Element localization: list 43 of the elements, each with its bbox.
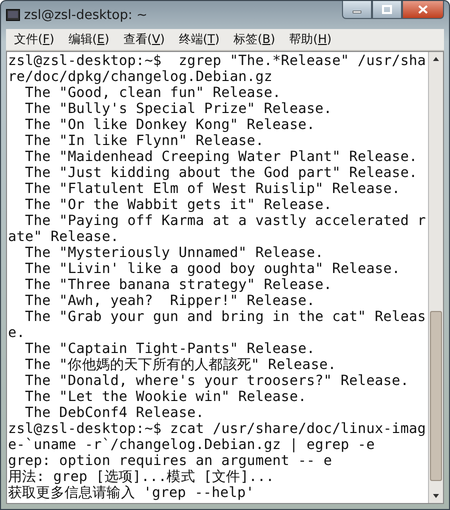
terminal-line: e. bbox=[8, 325, 26, 341]
terminal-line: The "Paying off Karma at a vastly accelerated r bbox=[24, 213, 427, 229]
terminal-line: The "Awh, yeah? Ripper!" Release. bbox=[24, 293, 316, 309]
terminal-line: The "Let the Wookie win" Release. bbox=[24, 389, 308, 405]
terminal-line: The "Mysteriously Unnamed" Release. bbox=[24, 245, 325, 261]
minimize-button[interactable] bbox=[342, 1, 372, 19]
terminal-line: The "Flatulent Elm of West Ruislip" Release. bbox=[24, 181, 402, 197]
maximize-icon bbox=[382, 5, 392, 14]
terminal-line: The "In like Flynn" Release. bbox=[24, 133, 265, 149]
scrollbar[interactable] bbox=[428, 52, 443, 503]
window-title: zsl@zsl-desktop: ~ bbox=[24, 8, 148, 22]
menu-item[interactable]: 终端(T) bbox=[178, 31, 220, 48]
terminal-line: The "Grab your gun and bring in the cat" Releas bbox=[24, 309, 427, 325]
terminal-line: The "Captain Tight-Pants" Release. bbox=[24, 341, 316, 357]
scroll-thumb[interactable] bbox=[430, 311, 442, 481]
terminal-line: The "Three banana strategy" Release. bbox=[24, 277, 334, 293]
terminal-line: The DebConf4 Release. bbox=[24, 405, 206, 421]
terminal-line: The "Just kidding about the God part" Release. bbox=[24, 165, 418, 181]
terminal-line: The "Or the Wabbit gets it" Release. bbox=[24, 197, 334, 213]
terminal-line: grep: option requires an argument -- e bbox=[8, 453, 334, 469]
close-button[interactable] bbox=[402, 1, 444, 19]
menu-item[interactable]: 编辑(E) bbox=[68, 31, 110, 48]
terminal-line: The "Livin' like a good boy oughta" Release. bbox=[24, 261, 402, 277]
maximize-button[interactable] bbox=[372, 1, 402, 19]
terminal-line: The "Bully's Special Prize" Release. bbox=[24, 101, 334, 117]
terminal-line: ate" Release. bbox=[8, 229, 120, 245]
terminal-line: zsl@zsl-desktop:~$ zgrep "The.*Release" /usr/sha bbox=[8, 53, 427, 69]
terminal-line: The "Donald, where's your troosers?" Release. bbox=[24, 373, 410, 389]
menu-item[interactable]: 标签(B) bbox=[234, 31, 276, 48]
menu-item[interactable]: 文件(F) bbox=[14, 31, 54, 48]
close-icon bbox=[418, 5, 428, 14]
terminal-line: The "On like Donkey Kong" Release. bbox=[24, 117, 316, 133]
terminal-line: zsl@zsl-desktop:~$ zcat /usr/share/doc/linux-imag bbox=[8, 421, 427, 437]
terminal-line: re/doc/dpkg/changelog.Debian.gz bbox=[8, 69, 274, 85]
terminal-line: 用法: grep [选项]...模式 [文件]... bbox=[8, 469, 276, 485]
terminal-line: The "Maidenhead Creeping Water Plant" Release. bbox=[24, 149, 418, 165]
terminal-line: e-`uname -r`/changelog.Debian.gz | egrep -e bbox=[8, 437, 376, 453]
menu-item[interactable]: 帮助(H) bbox=[289, 31, 332, 48]
terminal-line: 获取更多信息请输入 'grep --help' bbox=[8, 485, 256, 501]
terminal-icon bbox=[6, 9, 20, 21]
menu-item[interactable]: 查看(V) bbox=[123, 31, 165, 48]
terminal-line: The "Good, clean fun" Release. bbox=[24, 85, 282, 101]
terminal-line: The "你他媽的天下所有的人都該死" Release. bbox=[24, 357, 338, 373]
